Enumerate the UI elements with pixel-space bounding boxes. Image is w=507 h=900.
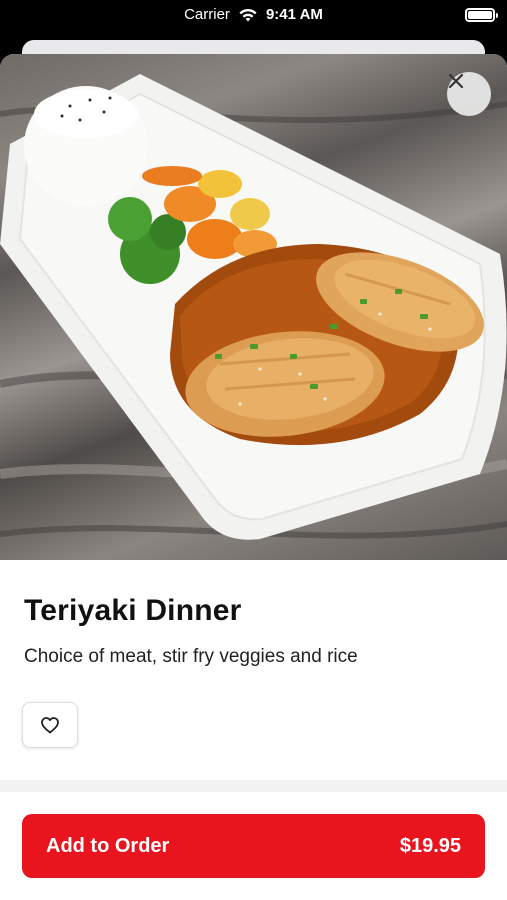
clock: 9:41 AM — [265, 6, 323, 23]
status-bar: Carrier 9:41 AM — [0, 0, 507, 32]
add-to-order-button[interactable]: Add to Order $19.95 — [22, 814, 485, 878]
food-photo — [0, 54, 507, 560]
carrier-label: Carrier — [184, 6, 230, 23]
food-illustration — [0, 74, 507, 540]
close-button[interactable] — [447, 72, 491, 116]
favorite-button[interactable] — [22, 702, 78, 748]
heart-icon — [41, 717, 59, 734]
item-title: Teriyaki Dinner — [24, 594, 242, 627]
item-description: Choice of meat, stir fry veggies and ric… — [24, 646, 358, 667]
close-icon — [448, 73, 464, 89]
wifi-icon — [239, 8, 257, 21]
battery-icon — [465, 8, 498, 22]
item-detail-sheet: Teriyaki Dinner Choice of meat, stir fry… — [0, 54, 507, 900]
price-label: $19.95 — [399, 834, 461, 857]
add-to-order-label: Add to Order — [46, 834, 170, 857]
item-info: Teriyaki Dinner Choice of meat, stir fry… — [24, 594, 483, 668]
section-divider — [0, 780, 507, 792]
